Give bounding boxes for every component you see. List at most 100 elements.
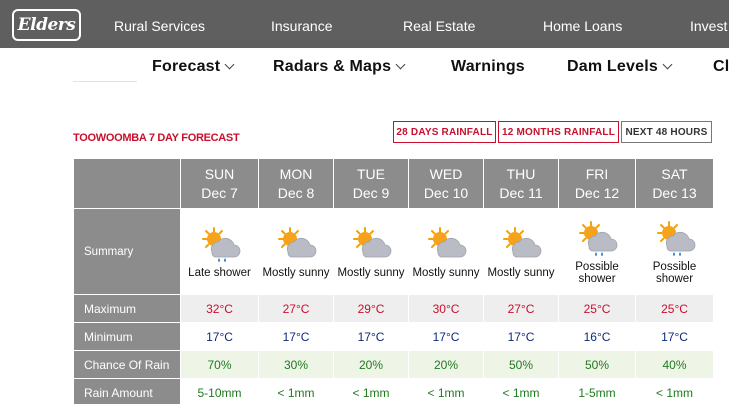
header-corner xyxy=(73,158,181,209)
minimum-temp-cell: 17°C xyxy=(333,322,409,351)
summary-cell: Possible shower xyxy=(635,208,714,295)
cloud-sun-rain-icon xyxy=(579,221,618,256)
summary-cell: Possible shower xyxy=(558,208,636,295)
summary-cell: Mostly sunny xyxy=(258,208,334,295)
chance-of-rain-row: Chance Of Rain 70% 30% 20% 20% 50% 50% 40% xyxy=(73,350,714,379)
topnav-insurance[interactable]: Insurance xyxy=(271,18,332,34)
chevron-down-icon xyxy=(224,59,235,70)
subnav-radars-maps[interactable]: Radars & Maps xyxy=(273,58,406,76)
rain-amount-cell: < 1mm xyxy=(635,378,714,404)
subnav-dam-levels[interactable]: Dam Levels xyxy=(567,58,673,76)
subnav-radars-label: Radars & Maps xyxy=(273,58,392,75)
summary-row: Summary Late shower Mostly sunny Mostly su… xyxy=(73,208,714,295)
maximum-temp-cell: 27°C xyxy=(258,294,334,323)
elders-logo[interactable]: Elders xyxy=(12,9,81,41)
chance-of-rain-cell: 50% xyxy=(483,350,559,379)
day-date: Dec 8 xyxy=(277,184,315,201)
partly-sunny-icon xyxy=(428,227,467,258)
day-date: Dec 10 xyxy=(423,184,469,201)
summary-cell: Late shower xyxy=(180,208,259,295)
row-label-amount: Rain Amount xyxy=(73,378,181,404)
topnav-rural-services[interactable]: Rural Services xyxy=(114,18,205,34)
row-label-summary: Summary xyxy=(73,208,181,295)
day-header-sat: SAT Dec 13 xyxy=(635,158,714,209)
row-label-chance: Chance Of Rain xyxy=(73,350,181,379)
partly-sunny-icon xyxy=(353,227,392,258)
chevron-down-icon xyxy=(395,59,406,70)
condition-text: Mostly sunny xyxy=(487,267,555,279)
day-name: SAT xyxy=(661,165,688,182)
subnav-warnings[interactable]: Warnings xyxy=(451,58,525,76)
minimum-temp-cell: 17°C xyxy=(258,322,334,351)
maximum-temp-cell: 25°C xyxy=(635,294,714,323)
minimum-temp-cell: 17°C xyxy=(483,322,559,351)
chance-of-rain-cell: 40% xyxy=(635,350,714,379)
28-days-rainfall-button[interactable]: 28 DAYS RAINFALL xyxy=(393,121,496,143)
chance-of-rain-cell: 20% xyxy=(408,350,484,379)
top-bar: Elders Rural Services Insurance Real Est… xyxy=(0,0,729,48)
day-header-tue: TUE Dec 9 xyxy=(333,158,409,209)
chance-of-rain-cell: 50% xyxy=(558,350,636,379)
12-months-rainfall-button[interactable]: 12 MONTHS RAINFALL xyxy=(498,121,619,143)
rain-amount-cell: < 1mm xyxy=(408,378,484,404)
rain-amount-cell: < 1mm xyxy=(333,378,409,404)
forecast-table: SUN Dec 7 MON Dec 8 TUE Dec 9 WED Dec 10 THU Dec … xyxy=(73,158,714,404)
minimum-temp-cell: 17°C xyxy=(180,322,259,351)
rain-amount-cell: < 1mm xyxy=(483,378,559,404)
cloud-sun-rain-icon xyxy=(201,227,240,262)
day-name: THU xyxy=(506,165,536,182)
day-date: Dec 12 xyxy=(574,184,620,201)
row-label-minimum: Minimum xyxy=(73,322,181,351)
day-name: TUE xyxy=(357,165,385,182)
day-header-sun: SUN Dec 7 xyxy=(180,158,259,209)
summary-cell: Mostly sunny xyxy=(483,208,559,295)
day-name: SUN xyxy=(204,165,235,182)
subnav-divider xyxy=(73,81,137,82)
partly-sunny-icon xyxy=(278,227,317,258)
page-title: TOOWOOMBA 7 DAY FORECAST xyxy=(73,132,240,144)
chance-of-rain-cell: 20% xyxy=(333,350,409,379)
row-label-maximum: Maximum xyxy=(73,294,181,323)
chevron-down-icon xyxy=(662,59,673,70)
day-header-thu: THU Dec 11 xyxy=(483,158,559,209)
next-48-hours-button[interactable]: NEXT 48 HOURS xyxy=(621,121,712,143)
maximum-temp-cell: 25°C xyxy=(558,294,636,323)
day-header-row: SUN Dec 7 MON Dec 8 TUE Dec 9 WED Dec 10 THU Dec … xyxy=(73,158,714,209)
maximum-row: Maximum 32°C 27°C 29°C 30°C 27°C 25°C 25°C xyxy=(73,294,714,323)
maximum-temp-cell: 29°C xyxy=(333,294,409,323)
rain-amount-cell: 1-5mm xyxy=(558,378,636,404)
day-name: FRI xyxy=(585,165,609,182)
rain-amount-row: Rain Amount 5-10mm < 1mm < 1mm < 1mm < 1mm 1-… xyxy=(73,378,714,404)
subnav-climate[interactable]: Cl xyxy=(713,58,729,76)
summary-cell: Mostly sunny xyxy=(333,208,409,295)
day-date: Dec 11 xyxy=(499,184,543,201)
rain-amount-cell: 5-10mm xyxy=(180,378,259,404)
minimum-temp-cell: 17°C xyxy=(408,322,484,351)
cloud-sun-rain-icon xyxy=(656,221,695,256)
day-name: MON xyxy=(279,165,313,182)
condition-text: Mostly sunny xyxy=(337,267,405,279)
day-header-wed: WED Dec 10 xyxy=(408,158,484,209)
topnav-invest[interactable]: Invest xyxy=(690,18,727,34)
condition-text: Mostly sunny xyxy=(412,267,480,279)
condition-text: Late shower xyxy=(188,267,251,279)
day-header-mon: MON Dec 8 xyxy=(258,158,334,209)
chance-of-rain-cell: 70% xyxy=(180,350,259,379)
minimum-temp-cell: 16°C xyxy=(558,322,636,351)
chance-of-rain-cell: 30% xyxy=(258,350,334,379)
summary-cell: Mostly sunny xyxy=(408,208,484,295)
topnav-real-estate[interactable]: Real Estate xyxy=(403,18,475,34)
topnav-home-loans[interactable]: Home Loans xyxy=(543,18,622,34)
minimum-row: Minimum 17°C 17°C 17°C 17°C 17°C 16°C 17°C xyxy=(73,322,714,351)
day-header-fri: FRI Dec 12 xyxy=(558,158,636,209)
day-date: Dec 9 xyxy=(352,184,390,201)
partly-sunny-icon xyxy=(503,227,542,258)
maximum-temp-cell: 27°C xyxy=(483,294,559,323)
rain-amount-cell: < 1mm xyxy=(258,378,334,404)
day-date: Dec 7 xyxy=(201,184,238,201)
subnav-forecast[interactable]: Forecast xyxy=(152,58,235,76)
subnav-forecast-label: Forecast xyxy=(152,58,221,75)
condition-text: Mostly sunny xyxy=(262,267,330,279)
maximum-temp-cell: 32°C xyxy=(180,294,259,323)
minimum-temp-cell: 17°C xyxy=(635,322,714,351)
